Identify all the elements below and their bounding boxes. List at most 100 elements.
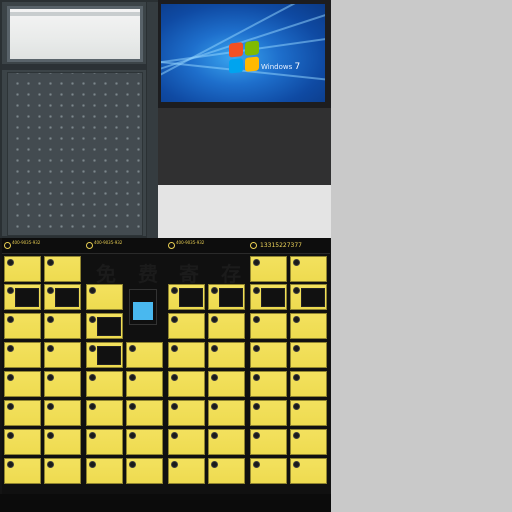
locker-door[interactable]	[208, 400, 245, 426]
floor-shadow	[0, 494, 331, 512]
lock-indicator-icon	[211, 316, 218, 323]
banner-char: 存	[221, 262, 241, 286]
metal-cabinet	[0, 0, 158, 238]
locker-door[interactable]	[290, 256, 327, 282]
locker-door[interactable]	[208, 342, 245, 368]
locker-door[interactable]	[168, 429, 205, 455]
locker-door[interactable]	[208, 458, 245, 484]
locker-door[interactable]	[208, 371, 245, 397]
locker-door[interactable]	[126, 429, 163, 455]
lock-indicator-icon	[129, 403, 136, 410]
locker-door[interactable]	[44, 429, 81, 455]
locker-door[interactable]	[290, 342, 327, 368]
locker-door[interactable]	[4, 256, 41, 282]
locker-header: 400-9035-932	[166, 238, 248, 254]
locker-door[interactable]	[250, 458, 287, 484]
locker-door[interactable]	[126, 371, 163, 397]
lock-indicator-icon	[253, 345, 260, 352]
locker-header: 400-9035-932	[2, 238, 84, 254]
locker-door[interactable]	[168, 371, 205, 397]
locker-door[interactable]	[4, 313, 41, 339]
locker-door[interactable]	[250, 342, 287, 368]
locker-door[interactable]	[126, 342, 163, 368]
lock-indicator-icon	[211, 432, 218, 439]
locker-door[interactable]	[4, 429, 41, 455]
locker-door[interactable]	[290, 371, 327, 397]
info-card	[97, 317, 121, 336]
locker-door[interactable]	[290, 313, 327, 339]
locker-door[interactable]	[44, 400, 81, 426]
qr-scanner	[129, 289, 157, 325]
locker-door[interactable]	[44, 256, 81, 282]
locker-door[interactable]	[250, 429, 287, 455]
lock-indicator-icon	[47, 287, 54, 294]
lock-indicator-icon	[47, 403, 54, 410]
lock-indicator-icon	[211, 461, 218, 468]
locker-door[interactable]	[168, 400, 205, 426]
lock-indicator-icon	[171, 403, 178, 410]
banner-char: 费	[138, 262, 158, 286]
locker-door[interactable]	[44, 284, 81, 310]
lock-indicator-icon	[253, 259, 260, 266]
locker-door[interactable]	[250, 284, 287, 310]
lock-indicator-icon	[211, 345, 218, 352]
locker-door[interactable]	[44, 371, 81, 397]
lock-indicator-icon	[47, 259, 54, 266]
lock-indicator-icon	[253, 461, 260, 468]
locker-door[interactable]	[44, 313, 81, 339]
monitor-lower-panel	[158, 108, 331, 185]
lock-indicator-icon	[47, 461, 54, 468]
locker-door[interactable]	[86, 429, 123, 455]
locker-door[interactable]	[86, 458, 123, 484]
locker-door[interactable]	[86, 342, 123, 368]
locker-header: 400-9035-932	[84, 238, 166, 254]
kiosk-monitor: Windows 7	[158, 0, 331, 185]
lock-indicator-icon	[293, 403, 300, 410]
lock-indicator-icon	[129, 432, 136, 439]
locker-door[interactable]	[44, 458, 81, 484]
locker-door[interactable]	[250, 371, 287, 397]
locker-door[interactable]	[208, 313, 245, 339]
locker-door[interactable]	[168, 313, 205, 339]
locker-door[interactable]	[250, 256, 287, 282]
locker-door[interactable]	[86, 400, 123, 426]
locker-door[interactable]	[250, 400, 287, 426]
locker-door[interactable]	[290, 400, 327, 426]
lock-indicator-icon	[171, 432, 178, 439]
info-card	[179, 288, 203, 307]
locker-door[interactable]	[126, 458, 163, 484]
cabinet-side	[146, 2, 158, 238]
lock-indicator-icon	[7, 432, 14, 439]
locker-door[interactable]	[86, 371, 123, 397]
lock-indicator-icon	[171, 316, 178, 323]
locker-door[interactable]	[86, 313, 123, 339]
locker-door[interactable]	[4, 458, 41, 484]
locker-door[interactable]	[290, 284, 327, 310]
locker-door[interactable]	[44, 342, 81, 368]
locker-door[interactable]	[168, 458, 205, 484]
lock-indicator-icon	[293, 432, 300, 439]
lock-indicator-icon	[253, 316, 260, 323]
info-card	[15, 288, 39, 307]
locker-door[interactable]	[290, 429, 327, 455]
lock-indicator-icon	[129, 461, 136, 468]
lock-indicator-icon	[47, 432, 54, 439]
locker-door[interactable]	[4, 400, 41, 426]
locker-door[interactable]	[208, 429, 245, 455]
photo-scene: Windows 7 400-9035-932 400-9035-932 400-…	[0, 0, 512, 512]
locker-door[interactable]	[250, 313, 287, 339]
lock-indicator-icon	[7, 403, 14, 410]
locker-door[interactable]	[168, 284, 205, 310]
locker-door[interactable]	[4, 284, 41, 310]
locker-door[interactable]	[168, 342, 205, 368]
monitor-bezel: Windows 7	[158, 0, 331, 108]
locker-door[interactable]	[208, 284, 245, 310]
locker-door[interactable]	[86, 284, 123, 310]
lock-indicator-icon	[89, 461, 96, 468]
locker-door[interactable]	[4, 371, 41, 397]
background-wall	[331, 0, 512, 512]
locker-door[interactable]	[126, 400, 163, 426]
lock-indicator-icon	[171, 374, 178, 381]
locker-door[interactable]	[290, 458, 327, 484]
locker-door[interactable]	[4, 342, 41, 368]
